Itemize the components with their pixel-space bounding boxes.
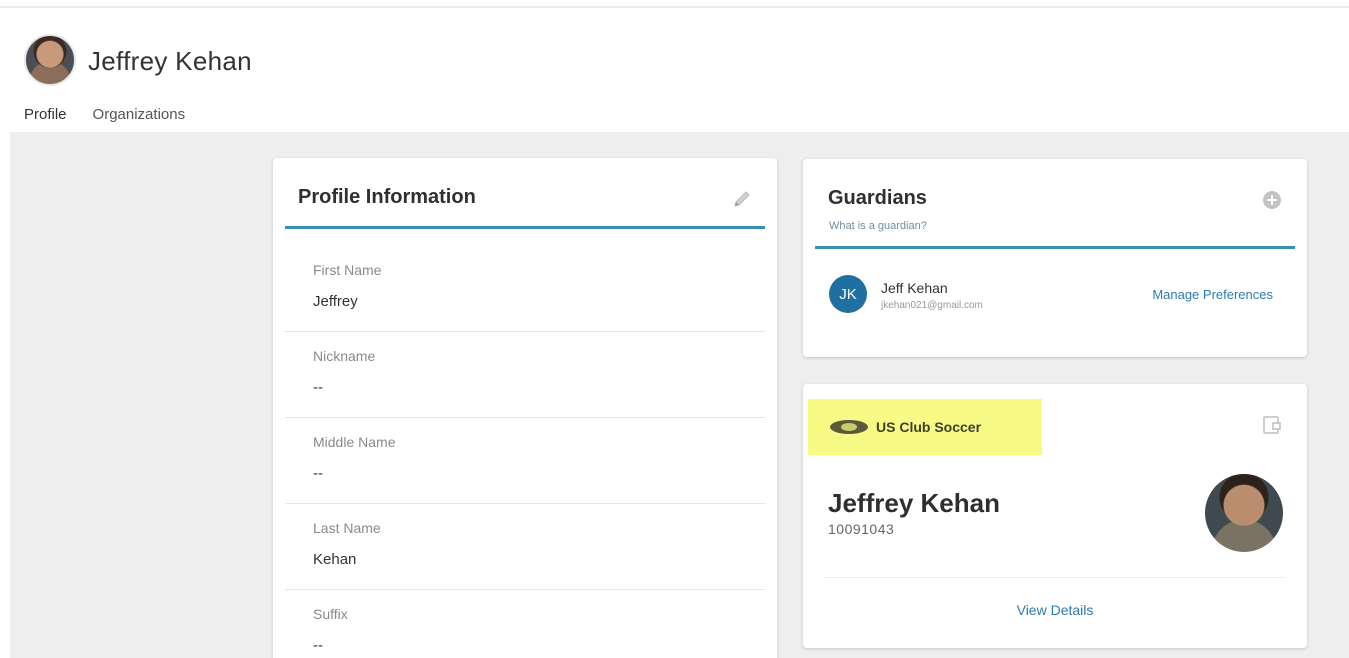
main-content: Profile Information First Name Jeffrey N… [10, 132, 1349, 658]
field-last-name: Last Name Kehan [285, 504, 765, 590]
member-name: Jeffrey Kehan [828, 488, 1000, 518]
guardian-help-link[interactable]: What is a guardian? [829, 220, 927, 232]
manage-preferences-link[interactable]: Manage Preferences [1152, 287, 1273, 302]
field-value: -- [313, 379, 323, 396]
page-title: Jeffrey Kehan [88, 46, 252, 76]
organization-name: US Club Soccer [876, 419, 982, 435]
card-accent-line [815, 246, 1295, 249]
field-value: -- [313, 637, 323, 654]
field-label: Suffix [313, 606, 348, 622]
user-avatar [24, 34, 76, 86]
field-label: Middle Name [313, 434, 396, 450]
field-value: -- [313, 465, 323, 482]
us-club-soccer-logo-icon [830, 420, 868, 434]
profile-information-card: Profile Information First Name Jeffrey N… [273, 158, 777, 658]
add-circle-icon[interactable] [1261, 189, 1283, 211]
field-label: Last Name [313, 520, 381, 536]
card-accent-line [285, 226, 765, 229]
member-photo [1205, 474, 1283, 552]
divider [825, 577, 1285, 578]
membership-card: US Club Soccer Jeffrey Kehan 10091043 Vi… [803, 384, 1307, 648]
edit-pencil-icon[interactable] [731, 188, 753, 210]
field-middle-name: Middle Name -- [285, 418, 765, 504]
organization-badge: US Club Soccer [808, 399, 1042, 455]
guardian-name: Jeff Kehan [881, 280, 948, 296]
view-details-link[interactable]: View Details [803, 602, 1307, 618]
guardian-email: jkehan021@gmail.com [881, 300, 983, 311]
profile-header: Jeffrey Kehan Profile Organizations [0, 8, 1349, 136]
guardians-card-title: Guardians [828, 187, 927, 209]
field-first-name: First Name Jeffrey [285, 246, 765, 332]
field-suffix: Suffix -- [285, 590, 765, 658]
membership-card-icon[interactable] [1261, 414, 1283, 436]
field-label: Nickname [313, 348, 376, 364]
guardian-avatar: JK [829, 275, 867, 313]
field-value: Kehan [313, 551, 357, 568]
field-nickname: Nickname -- [285, 332, 765, 418]
guardians-card: Guardians What is a guardian? JK Jeff Ke… [803, 159, 1307, 357]
field-label: First Name [313, 262, 382, 278]
member-id: 10091043 [828, 521, 895, 537]
profile-card-title: Profile Information [298, 186, 476, 208]
field-value: Jeffrey [313, 293, 358, 310]
